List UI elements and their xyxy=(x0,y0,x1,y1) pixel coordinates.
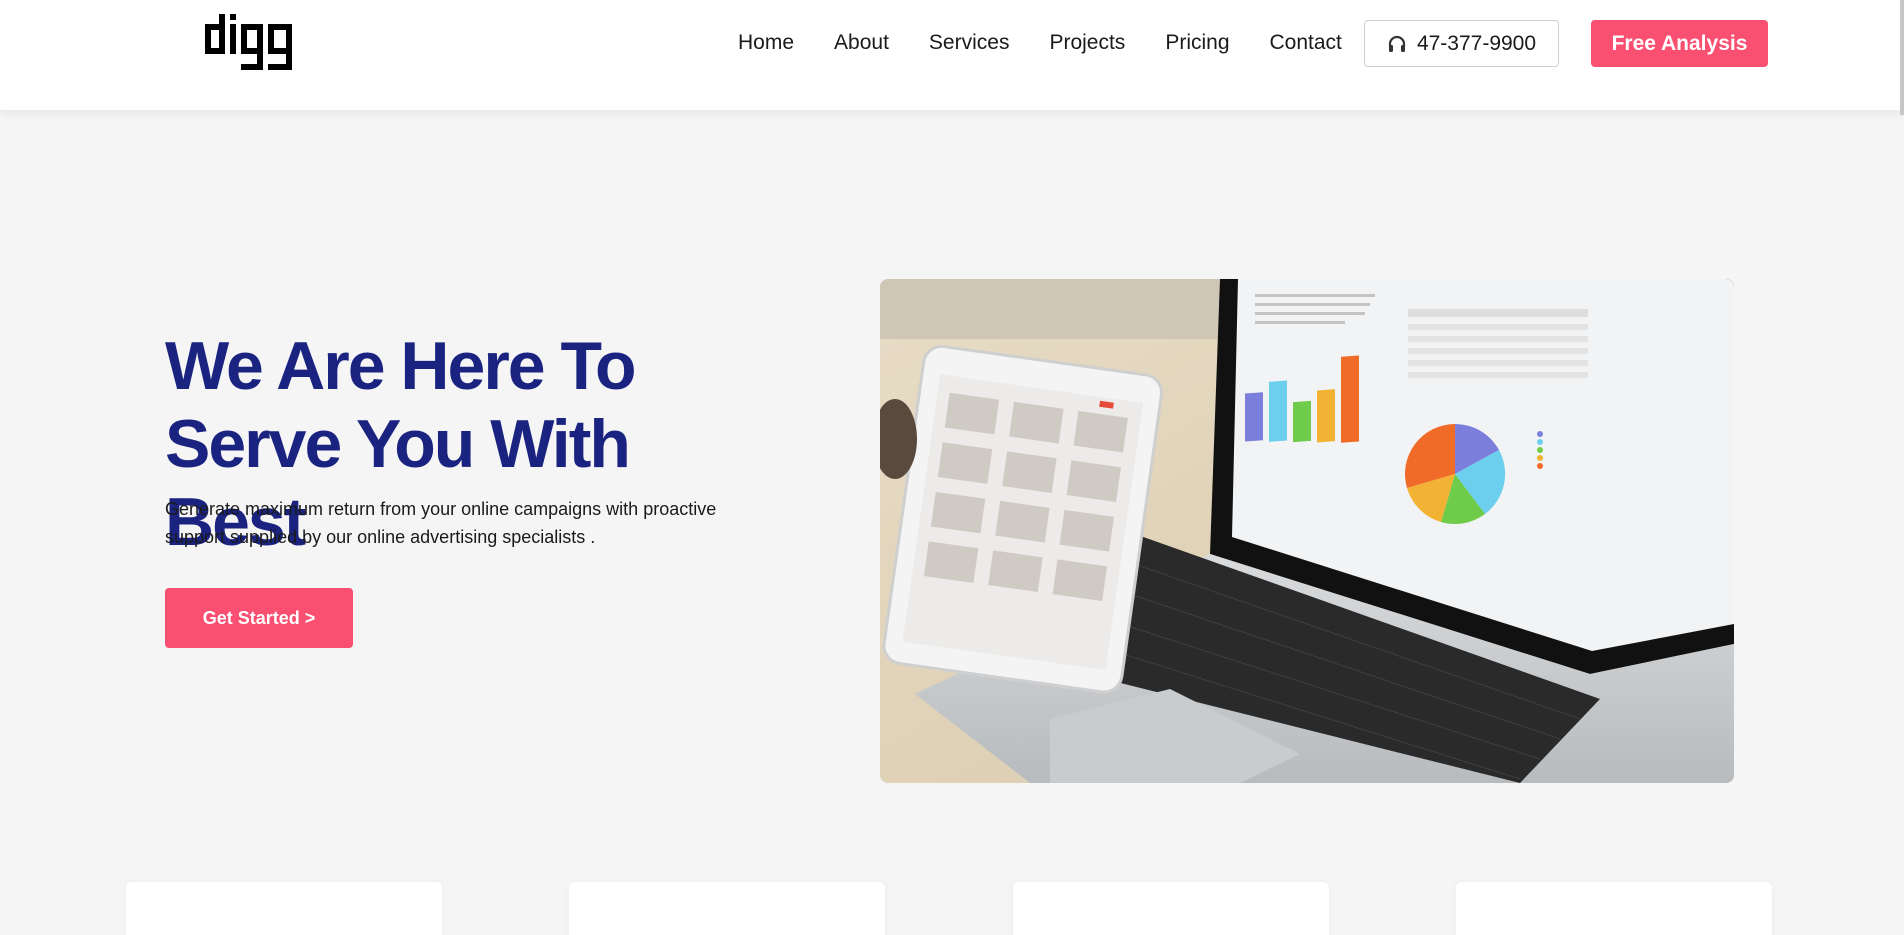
scrollbar-thumb[interactable] xyxy=(1900,0,1904,115)
site-header: Home About Services Projects Pricing Con… xyxy=(0,0,1904,110)
feature-card-3 xyxy=(1013,882,1329,935)
nav-home[interactable]: Home xyxy=(738,30,794,56)
hero-subtitle: Generate maximum return from your online… xyxy=(165,499,717,547)
hero-image xyxy=(880,279,1734,783)
nav-pricing[interactable]: Pricing xyxy=(1165,30,1229,56)
feature-card-4 xyxy=(1456,882,1772,935)
get-started-button[interactable]: Get Started > xyxy=(165,588,353,648)
nav-projects[interactable]: Projects xyxy=(1049,30,1125,56)
feature-card-2 xyxy=(569,882,885,935)
nav-about[interactable]: About xyxy=(834,30,889,56)
headphones-icon xyxy=(1387,34,1407,54)
phone-number: 47-377-9900 xyxy=(1416,31,1537,55)
digg-logo[interactable] xyxy=(205,10,301,74)
nav-services[interactable]: Services xyxy=(929,30,1010,56)
nav-contact[interactable]: Contact xyxy=(1270,30,1342,56)
phone-button[interactable]: 47-377-9900 xyxy=(1364,20,1559,67)
main-nav: Home About Services Projects Pricing Con… xyxy=(738,30,1342,56)
hero-title-line-1: We Are Here To xyxy=(165,328,637,404)
free-analysis-button[interactable]: Free Analysis xyxy=(1591,20,1768,67)
feature-card-1 xyxy=(126,882,442,935)
